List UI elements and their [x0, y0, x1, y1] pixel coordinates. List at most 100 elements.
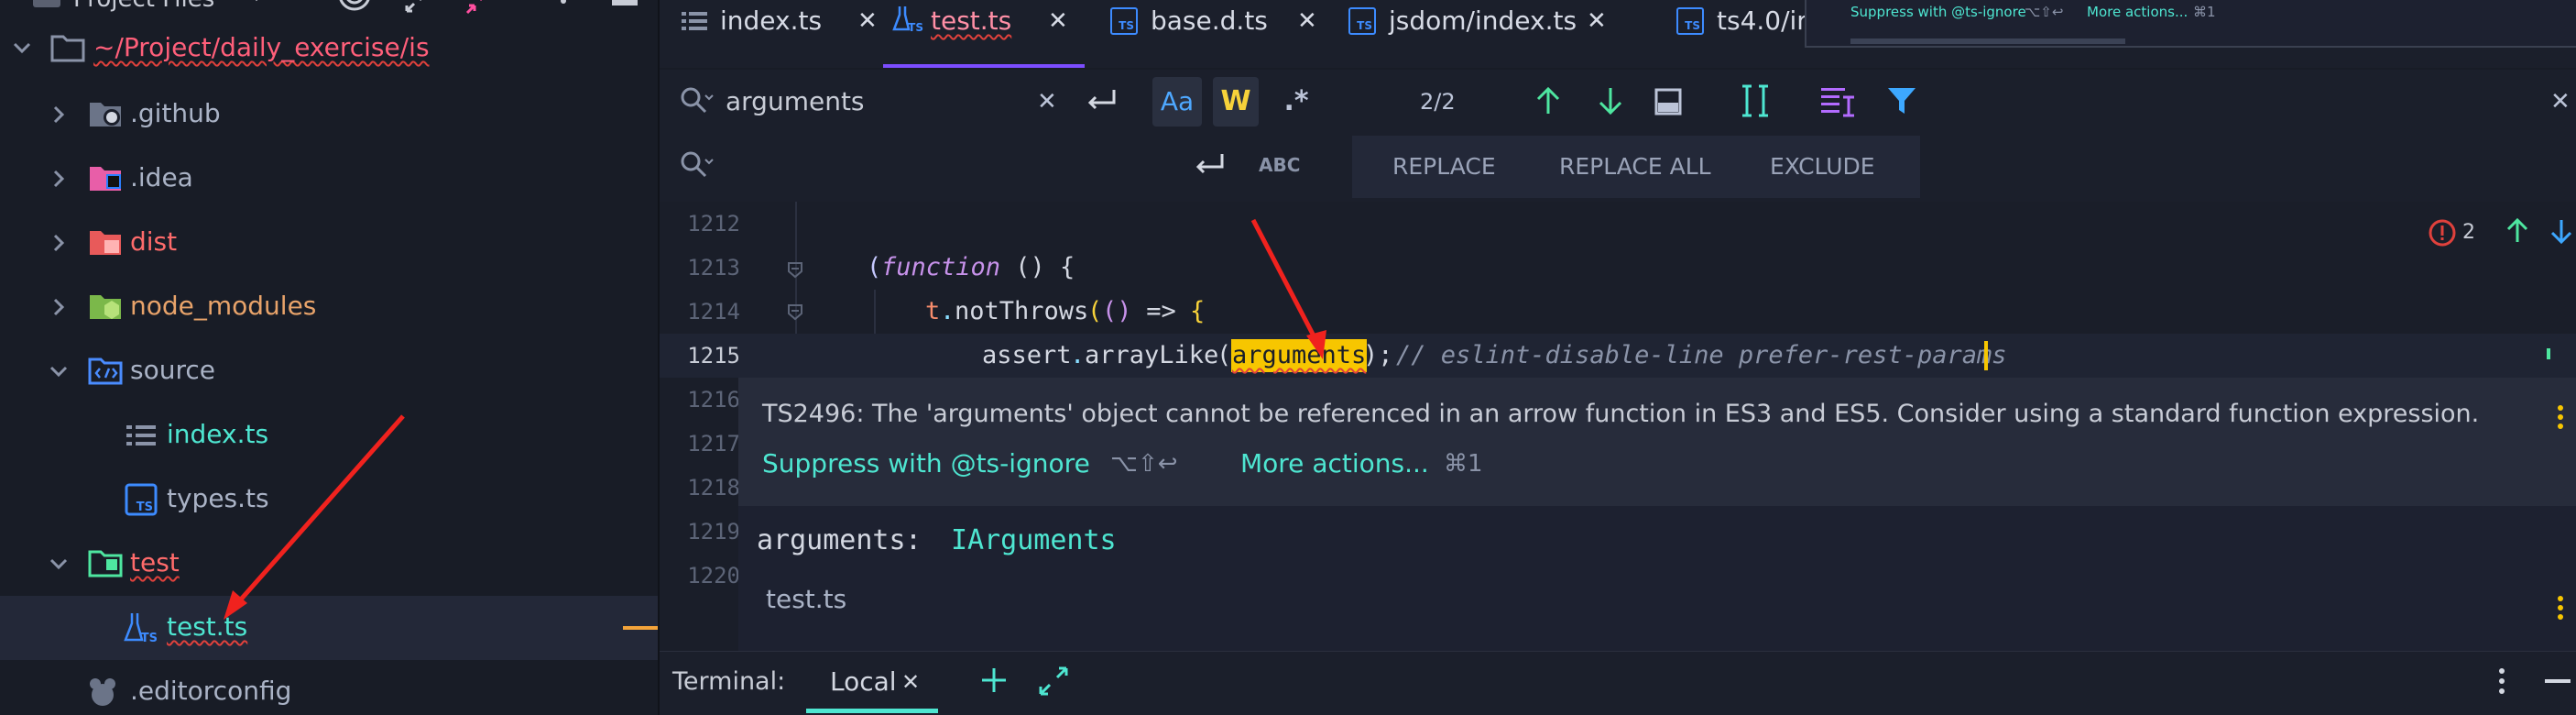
overlay-more[interactable]: More actions... — [2087, 2, 2188, 22]
hide-panel-icon[interactable] — [2545, 679, 2571, 683]
search-icon[interactable] — [678, 84, 715, 117]
whole-words-toggle[interactable]: W — [1213, 77, 1259, 126]
find-row: arguments ✕ Aa W .* 2/2 ✕ — [660, 70, 2576, 134]
more-options-icon[interactable] — [559, 0, 568, 13]
chevron-down-icon[interactable] — [48, 553, 70, 575]
code-line-current: 1215 assert . arrayLike ( arguments ); /… — [660, 334, 2576, 378]
chevron-down-icon[interactable] — [247, 0, 266, 6]
replace-search-icon[interactable] — [678, 148, 715, 182]
terminal-tab-label: Local — [830, 666, 897, 697]
close-icon[interactable]: ✕ — [1297, 6, 1317, 37]
doc-more-icon[interactable] — [2556, 594, 2565, 622]
tab-ts4-index[interactable]: TS ts4.0/in — [1676, 0, 1823, 68]
list-file-icon — [680, 7, 709, 35]
suppress-shortcut: ⌥⇧↩ — [1110, 450, 1178, 478]
match-count: 2/2 — [1420, 89, 1456, 115]
more-actions-link[interactable]: More actions... — [1240, 447, 1429, 480]
github-folder-icon — [88, 97, 125, 132]
idea-folder-icon — [88, 161, 125, 196]
quick-documentation: arguments : IArguments test.ts — [738, 506, 2576, 653]
tree-item-editorconfig[interactable]: .editorconfig — [0, 660, 658, 715]
next-error-icon[interactable] — [2547, 216, 2576, 246]
chevron-down-icon[interactable] — [48, 360, 70, 382]
replace-new-line-icon[interactable] — [1191, 147, 1228, 183]
tab-jsdom-index-ts[interactable]: TS jsdom/index.ts ✕ — [1348, 0, 1614, 68]
fold-icon[interactable] — [786, 302, 804, 321]
multi-cursor-icon[interactable] — [1737, 82, 1774, 119]
expand-icon[interactable] — [403, 0, 431, 16]
replace-button[interactable]: REPLACE — [1392, 136, 1496, 198]
overlay-suppress[interactable]: Suppress with @ts-ignore — [1850, 2, 2026, 22]
suppress-action[interactable]: Suppress with @ts-ignore — [762, 447, 1090, 480]
chevron-right-icon[interactable] — [48, 168, 70, 190]
next-match-icon[interactable] — [1594, 84, 1627, 117]
tree-root[interactable]: ~/Project/daily_exercise/is — [0, 18, 658, 82]
previous-match-icon[interactable] — [1532, 84, 1565, 117]
chevron-right-icon[interactable] — [48, 104, 70, 126]
close-icon[interactable]: ✕ — [901, 666, 920, 698]
node-folder-icon — [88, 290, 125, 324]
filter-icon[interactable] — [1885, 84, 1918, 117]
terminal-tab-local[interactable]: Local ✕ — [806, 652, 938, 714]
close-icon[interactable]: ✕ — [1048, 6, 1068, 37]
error-message: TS2496: The 'arguments' object cannot be… — [762, 400, 2480, 428]
close-find-icon[interactable]: ✕ — [2550, 84, 2571, 119]
tree-item-label: .editorconfig — [130, 676, 292, 706]
doc-separator: : — [905, 524, 939, 556]
tab-test-ts[interactable]: TS test.ts ✕ — [883, 0, 1085, 68]
tab-index-ts[interactable]: index.ts ✕ — [680, 0, 881, 68]
tree-item-dist[interactable]: dist — [0, 211, 658, 275]
match-case-toggle[interactable]: Aa — [1152, 77, 1202, 126]
preserve-case-icon[interactable]: ABC — [1259, 154, 1300, 176]
in-selection-icon[interactable] — [1653, 86, 1684, 117]
code-comment: // eslint-disable-line prefer-rest-param… — [1396, 341, 2007, 369]
tree-item-node-modules[interactable]: node_modules — [0, 275, 658, 339]
folder-icon — [33, 0, 60, 7]
folder-icon — [49, 31, 86, 66]
code-paren: () — [1102, 297, 1132, 325]
new-line-icon[interactable] — [1083, 82, 1119, 119]
clear-search-icon[interactable]: ✕ — [1037, 84, 1057, 119]
tab-base-d-ts[interactable]: TS base.d.ts ✕ — [1110, 0, 1321, 68]
close-icon[interactable]: ✕ — [1587, 6, 1607, 37]
terminal-more-icon[interactable] — [2497, 666, 2506, 696]
close-icon[interactable]: ✕ — [857, 6, 878, 37]
exclude-button[interactable]: EXCLUDE — [1770, 136, 1875, 198]
scroll-marker — [623, 626, 658, 630]
replace-input[interactable] — [726, 148, 1239, 183]
filter-lines-icon[interactable] — [1819, 84, 1856, 117]
target-icon[interactable] — [337, 0, 372, 20]
collapse-icon[interactable] — [464, 0, 491, 16]
active-tab-indicator — [806, 709, 938, 713]
minimize-icon[interactable] — [612, 0, 638, 6]
tree-root-label: ~/Project/daily_exercise/is — [93, 32, 430, 62]
tooltip-more-icon[interactable] — [2556, 403, 2565, 431]
chevron-right-icon[interactable] — [48, 296, 70, 318]
tab-label: base.d.ts — [1151, 6, 1268, 36]
maximize-icon[interactable] — [1037, 665, 1070, 698]
flask-file-icon: TS — [123, 610, 159, 645]
fold-icon[interactable] — [786, 260, 804, 279]
tree-item-source[interactable]: source — [0, 339, 658, 403]
code-identifier: t — [925, 297, 941, 325]
previous-error-icon[interactable] — [2503, 216, 2532, 246]
replace-all-button[interactable]: REPLACE ALL — [1559, 136, 1711, 198]
tree-item-label: .idea — [130, 162, 193, 192]
code-text: () { — [1000, 253, 1075, 281]
chevron-down-icon[interactable] — [11, 37, 33, 59]
code-paren: ( — [1087, 297, 1103, 325]
tree-item-github[interactable]: .github — [0, 82, 658, 147]
tree-item-idea[interactable]: .idea — [0, 147, 658, 211]
error-icon[interactable] — [2428, 218, 2457, 248]
error-tooltip: TS2496: The 'arguments' object cannot be… — [738, 378, 2576, 506]
tab-label: test.ts — [931, 6, 1012, 36]
add-terminal-icon[interactable] — [978, 665, 1010, 696]
doc-symbol-type[interactable]: IArguments — [951, 522, 1117, 559]
replace-buttons: REPLACE REPLACE ALL EXCLUDE — [1352, 136, 1920, 198]
annotation-arrow — [1250, 218, 1326, 359]
code-keyword: function — [881, 253, 1001, 281]
search-input[interactable]: arguments — [726, 84, 865, 119]
typescript-file-icon: TS — [1676, 7, 1704, 35]
regex-toggle[interactable]: .* — [1275, 79, 1317, 125]
chevron-right-icon[interactable] — [48, 232, 70, 254]
